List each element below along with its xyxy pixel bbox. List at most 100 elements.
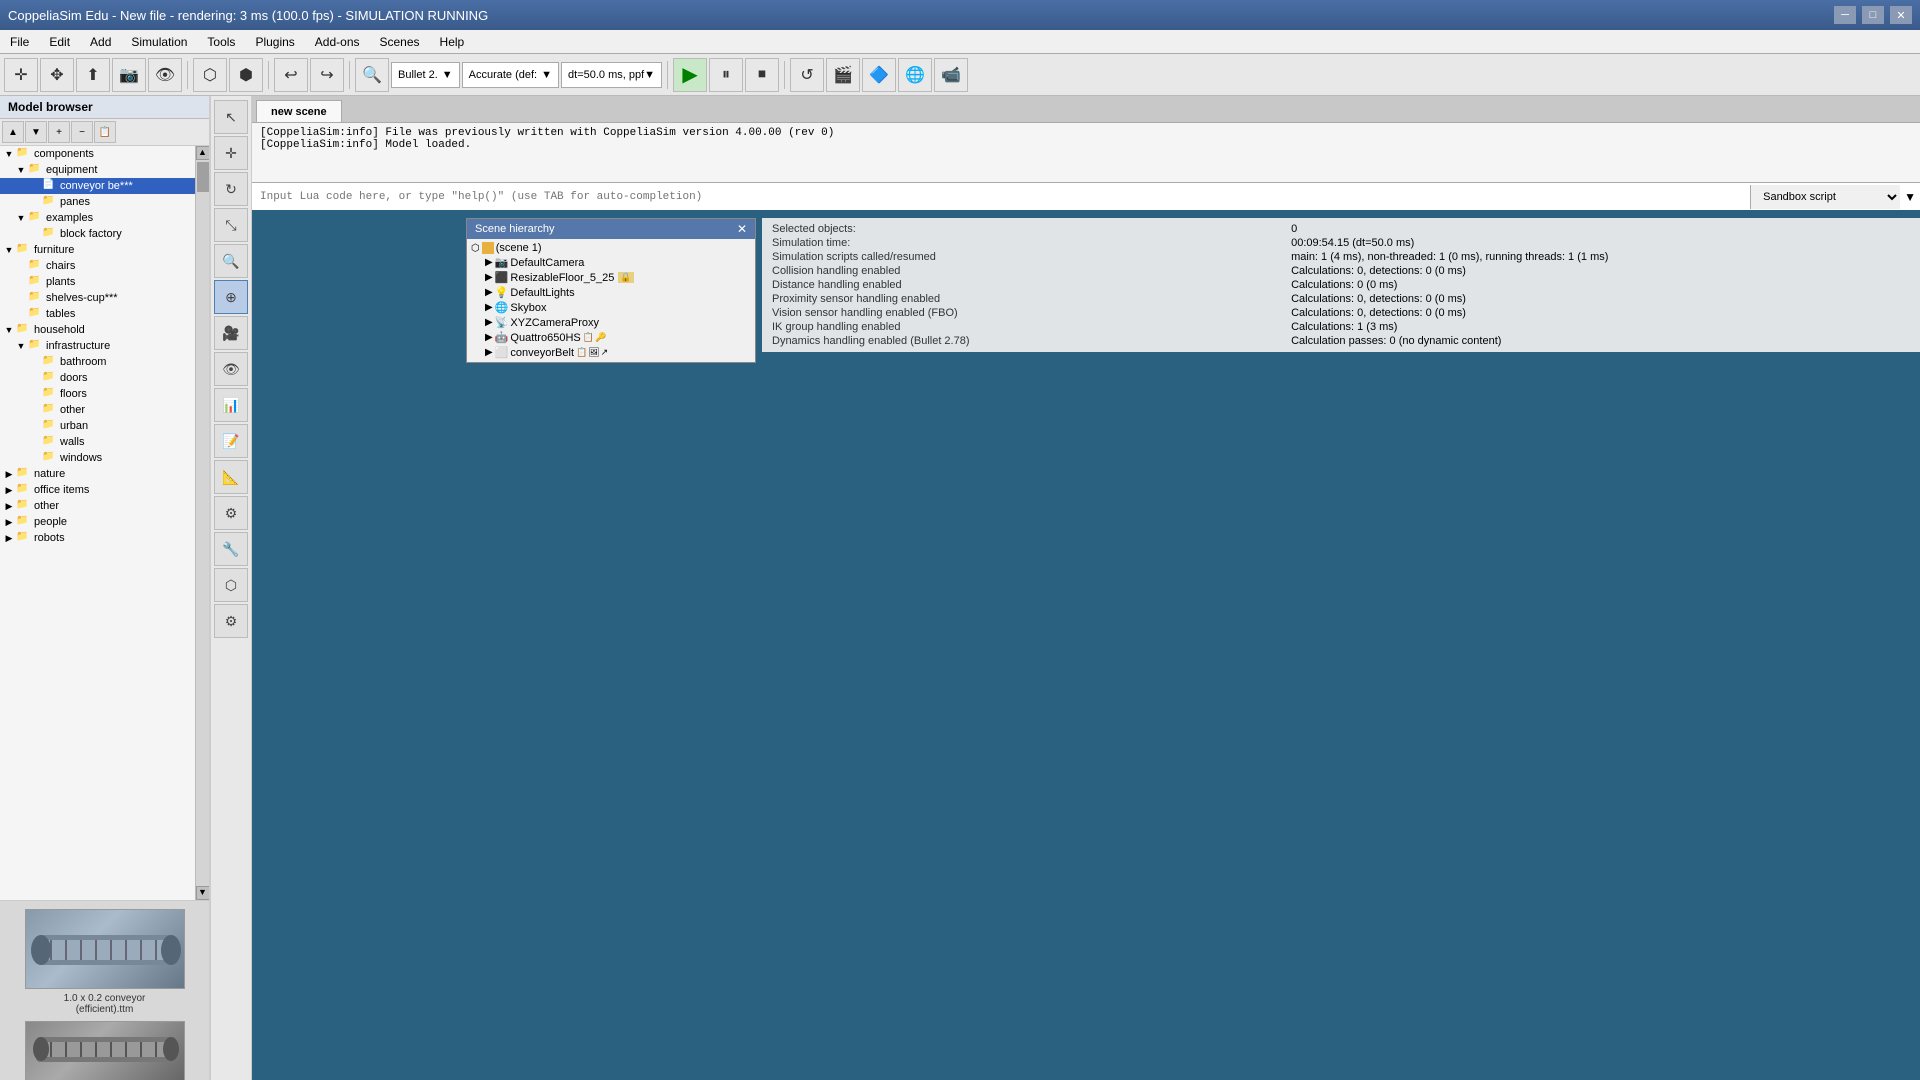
sh-conveyorbelt[interactable]: ▶ ⬜ conveyorBelt 📋 🖼 ↗ (469, 345, 753, 360)
tool-move-obj[interactable]: ✛ (214, 136, 248, 170)
play-button[interactable]: ▶ (673, 58, 707, 92)
menu-edit[interactable]: Edit (39, 33, 80, 51)
scroll-up-arrow[interactable]: ▲ (196, 146, 210, 160)
sh-xyzcameraproxy[interactable]: ▶ 📡 XYZCameraProxy (469, 315, 753, 330)
sh-resizablefloor[interactable]: ▶ ⬛ ResizableFloor_5_25 🔒 (469, 270, 753, 285)
tool-rotate-obj[interactable]: ↻ (214, 172, 248, 206)
menu-addons[interactable]: Add-ons (305, 33, 370, 51)
expander-household[interactable]: ▼ (2, 323, 16, 337)
toolbar-search-btn[interactable]: 🔍 (355, 58, 389, 92)
tree-equipment[interactable]: ▼ 📁 equipment (0, 162, 195, 178)
tool-cursor[interactable]: ↖ (214, 100, 248, 134)
tool-scale-obj[interactable]: ⤡ (214, 208, 248, 242)
maximize-button[interactable]: □ (1862, 6, 1884, 24)
tool-calc[interactable]: 📐 (214, 460, 248, 494)
scroll-thumb[interactable] (197, 162, 209, 192)
toolbar-joint-btn[interactable]: ⬢ (229, 58, 263, 92)
tool-extra2[interactable]: ⬡ (214, 568, 248, 602)
tree-bathroom[interactable]: 📁 bathroom (0, 354, 195, 370)
tree-panes[interactable]: 📁 panes (0, 194, 195, 210)
calc-mode-dropdown[interactable]: Accurate (def: ▼ (462, 62, 559, 88)
physics-engine-dropdown[interactable]: Bullet 2. ▼ (391, 62, 460, 88)
tree-infrastructure[interactable]: ▼ 📁 infrastructure (0, 338, 195, 354)
toolbar-eye-btn[interactable]: 👁 (148, 58, 182, 92)
toolbar-wire-btn[interactable]: 🔷 (862, 58, 896, 92)
scene-hierarchy-close[interactable]: ✕ (737, 222, 747, 236)
tree-chairs[interactable]: 📁 chairs (0, 258, 195, 274)
tool-graph[interactable]: 📊 (214, 388, 248, 422)
tree-furniture[interactable]: ▼ 📁 furniture (0, 242, 195, 258)
expander-furniture[interactable]: ▼ (2, 243, 16, 257)
lt-up-btn[interactable]: ▲ (2, 121, 24, 143)
close-button[interactable]: ✕ (1890, 6, 1912, 24)
tree-people[interactable]: ▶ 📁 people (0, 514, 195, 530)
tree-scrollbar[interactable]: ▲ ▼ (195, 146, 209, 900)
expander-equipment[interactable]: ▼ (14, 163, 28, 177)
tree-doors[interactable]: 📁 doors (0, 370, 195, 386)
tree-components[interactable]: ▼ 📁 components (0, 146, 195, 162)
tree-plants[interactable]: 📁 plants (0, 274, 195, 290)
minimize-button[interactable]: ─ (1834, 6, 1856, 24)
tree-other[interactable]: ▶ 📁 other (0, 498, 195, 514)
tool-zoom-in[interactable]: 🔍 (214, 244, 248, 278)
tool-log[interactable]: 📝 (214, 424, 248, 458)
menu-tools[interactable]: Tools (197, 33, 245, 51)
expander-infrastructure[interactable]: ▼ (14, 339, 28, 353)
tree-floors[interactable]: 📁 floors (0, 386, 195, 402)
lt-collapse-btn[interactable]: − (71, 121, 93, 143)
timestep-dropdown[interactable]: dt=50.0 ms, ppf▼ (561, 62, 662, 88)
lt-copy-btn[interactable]: 📋 (94, 121, 116, 143)
tree-walls[interactable]: 📁 walls (0, 434, 195, 450)
toolbar-record-btn[interactable]: 📹 (934, 58, 968, 92)
sh-scene1[interactable]: ⬡ (scene 1) (469, 241, 753, 255)
toolbar-obj-btn[interactable]: ⬡ (193, 58, 227, 92)
lt-down-btn[interactable]: ▼ (25, 121, 47, 143)
tree-other-infra[interactable]: 📁 other (0, 402, 195, 418)
tree-robots[interactable]: ▶ 📁 robots (0, 530, 195, 546)
stop-button[interactable]: ⏹ (745, 58, 779, 92)
scroll-down-arrow[interactable]: ▼ (196, 886, 210, 900)
tree-nature[interactable]: ▶ 📁 nature (0, 466, 195, 482)
menu-add[interactable]: Add (80, 33, 121, 51)
toolbar-redo-btn[interactable]: ↪ (310, 58, 344, 92)
toolbar-camera-btn[interactable]: 📷 (112, 58, 146, 92)
tool-camera-pan[interactable]: 🎥 (214, 316, 248, 350)
tool-extra3[interactable]: ⚙ (214, 604, 248, 638)
menu-plugins[interactable]: Plugins (245, 33, 304, 51)
lt-expand-btn[interactable]: + (48, 121, 70, 143)
menu-help[interactable]: Help (430, 33, 475, 51)
toolbar-undo-btn[interactable]: ↩ (274, 58, 308, 92)
expander-examples[interactable]: ▼ (14, 211, 28, 225)
tree-shelves[interactable]: 📁 shelves-cup*** (0, 290, 195, 306)
tool-dynamics[interactable]: ⚙ (214, 496, 248, 530)
toolbar-rotate-btn[interactable]: ↺ (790, 58, 824, 92)
expander-components[interactable]: ▼ (2, 147, 16, 161)
tree-block-factory[interactable]: 📁 block factory (0, 226, 195, 242)
sh-quattro650hs[interactable]: ▶ 🤖 Quattro650HS 📋 🔑 (469, 330, 753, 345)
tree-examples[interactable]: ▼ 📁 examples (0, 210, 195, 226)
sh-skybox[interactable]: ▶ 🌐 Skybox (469, 300, 753, 315)
sandbox-script-dropdown[interactable]: Sandbox script (1750, 185, 1900, 209)
tree-tables[interactable]: 📁 tables (0, 306, 195, 322)
sh-defaultlights[interactable]: ▶ 💡 DefaultLights (469, 285, 753, 300)
tab-new-scene[interactable]: new scene (256, 100, 342, 122)
tree-office[interactable]: ▶ 📁 office items (0, 482, 195, 498)
toolbar-up-btn[interactable]: ⬆ (76, 58, 110, 92)
menu-simulation[interactable]: Simulation (121, 33, 197, 51)
sh-defaultcamera[interactable]: ▶ 📷 DefaultCamera (469, 255, 753, 270)
sandbox-dropdown-arrow[interactable]: ▼ (1900, 190, 1920, 204)
tree-conveyor[interactable]: 📄 conveyor be*** (0, 178, 195, 194)
toolbar-render-btn[interactable]: 🌐 (898, 58, 932, 92)
tool-view[interactable]: 👁 (214, 352, 248, 386)
toolbar-move-btn[interactable]: ✥ (40, 58, 74, 92)
tool-extra1[interactable]: 🔧 (214, 532, 248, 566)
tree-windows[interactable]: 📁 windows (0, 450, 195, 466)
tree-urban[interactable]: 📁 urban (0, 418, 195, 434)
menu-scenes[interactable]: Scenes (370, 33, 430, 51)
tool-select[interactable]: ⊕ (214, 280, 248, 314)
toolbar-scene-btn[interactable]: 🎬 (826, 58, 860, 92)
toolbar-select-btn[interactable]: ✛ (4, 58, 38, 92)
tree-household[interactable]: ▼ 📁 household (0, 322, 195, 338)
pause-button[interactable]: ⏸ (709, 58, 743, 92)
lua-input[interactable] (252, 185, 1750, 209)
